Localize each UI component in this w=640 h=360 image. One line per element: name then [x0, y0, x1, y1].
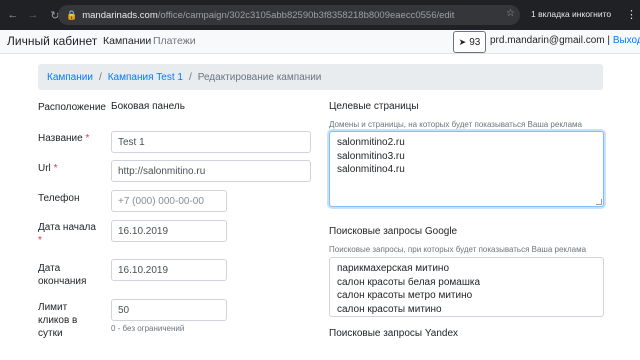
url-label-text: Url	[38, 163, 51, 174]
targets-textarea[interactable]: salonmitino2.ru salonmitino3.ru salonmit…	[329, 131, 604, 207]
cursor-icon: ➤	[458, 36, 467, 47]
bookmark-star-icon[interactable]: ☆	[506, 8, 515, 19]
breadcrumb-separator: /	[188, 71, 192, 83]
start-date-input[interactable]: 16.10.2019	[111, 220, 227, 242]
balance-badge[interactable]: ➤ 93	[453, 31, 486, 53]
user-email: prd.mandarin@gmail.com	[490, 35, 605, 46]
google-line: салон красоты белая ромашка	[337, 276, 481, 288]
end-date-label-line1: Дата	[38, 263, 61, 274]
forward-arrow-icon[interactable]: →	[26, 9, 40, 21]
user-separator: |	[607, 35, 611, 46]
nav-payments[interactable]: Платежи	[153, 35, 196, 47]
google-line: парикмахерская митино	[337, 263, 450, 274]
breadcrumb: Кампании / Кампания Test 1 / Редактирова…	[38, 64, 603, 90]
placement-label: Расположение	[38, 102, 106, 113]
click-limit-label-line1: Лимит	[38, 302, 68, 313]
lock-icon: 🔒	[66, 9, 78, 20]
browser-toolbar: ← → ↻ 🔒 mandarinads.com/office/campaign/…	[0, 0, 640, 30]
targets-hint: Домены и страницы, на которых будет пока…	[329, 120, 582, 129]
url-input[interactable]: http://salonmitino.ru	[111, 160, 311, 182]
targets-line: salonmitino2.ru	[337, 137, 405, 148]
phone-label: Телефон	[38, 193, 80, 204]
nav-campaigns[interactable]: Кампании	[103, 35, 151, 47]
targets-line: salonmitino4.ru	[337, 164, 405, 175]
resize-grip-icon[interactable]	[596, 199, 602, 205]
targets-line: salonmitino3.ru	[337, 150, 405, 162]
url-path: /office/campaign/302c3105abb82590b3f8358…	[157, 9, 455, 21]
required-mark: *	[85, 133, 90, 144]
user-info: prd.mandarin@gmail.com | Выход	[490, 35, 640, 46]
end-date-label-line2: окончания	[38, 276, 87, 287]
click-limit-input[interactable]: 50	[111, 299, 227, 321]
required-mark: *	[53, 163, 58, 174]
phone-input[interactable]: +7 (000) 000-00-00	[111, 190, 227, 212]
breadcrumb-campaigns[interactable]: Кампании	[47, 72, 93, 83]
name-input[interactable]: Test 1	[111, 131, 311, 153]
breadcrumb-current: Редактирование кампании	[197, 71, 322, 83]
google-hint: Поисковые запросы, при которых будет пок…	[329, 245, 587, 254]
back-arrow-icon[interactable]: ←	[6, 9, 20, 21]
name-label: Название *	[38, 132, 89, 145]
url-host: mandarinads.com	[82, 9, 158, 21]
google-line: салон красоты митино	[337, 303, 442, 315]
required-mark: *	[38, 235, 42, 246]
targets-title: Целевые страницы	[329, 101, 419, 112]
address-bar[interactable]: 🔒 mandarinads.com/office/campaign/302c31…	[58, 5, 520, 25]
breadcrumb-campaign[interactable]: Кампания Test 1	[108, 72, 183, 83]
placement-value: Боковая панель	[111, 101, 185, 112]
brand-title[interactable]: Личный кабинет	[7, 34, 97, 48]
google-line: салон красоты метро митино	[337, 290, 473, 301]
menu-kebab-icon[interactable]: ⋮	[626, 8, 637, 21]
name-label-text: Название	[38, 133, 83, 144]
incognito-indicator[interactable]: 1 вкладка инкогнито	[531, 9, 611, 19]
google-title: Поисковые запросы Google	[329, 226, 458, 237]
logout-link[interactable]: Выход	[613, 35, 640, 46]
start-date-label-text: Дата начала	[38, 222, 96, 233]
click-limit-hint: 0 - без ограничений	[111, 324, 185, 333]
click-limit-label: Лимит кликов в сутки	[38, 301, 77, 340]
end-date-input[interactable]: 16.10.2019	[111, 259, 227, 281]
click-limit-label-line2: кликов в	[38, 315, 78, 326]
breadcrumb-separator: /	[98, 71, 102, 83]
url-label: Url *	[38, 162, 57, 175]
yandex-title: Поисковые запросы Yandex	[329, 328, 459, 339]
google-textarea[interactable]: парикмахерская митино салон красоты бела…	[329, 257, 604, 317]
balance-value: 93	[469, 36, 481, 48]
start-date-label: Дата начала *	[38, 221, 96, 247]
app-navbar: Личный кабинет Кампании Платежи ➤ 93 prd…	[0, 30, 640, 54]
end-date-label: Дата окончания	[38, 262, 86, 288]
click-limit-label-line3: сутки	[38, 328, 63, 339]
